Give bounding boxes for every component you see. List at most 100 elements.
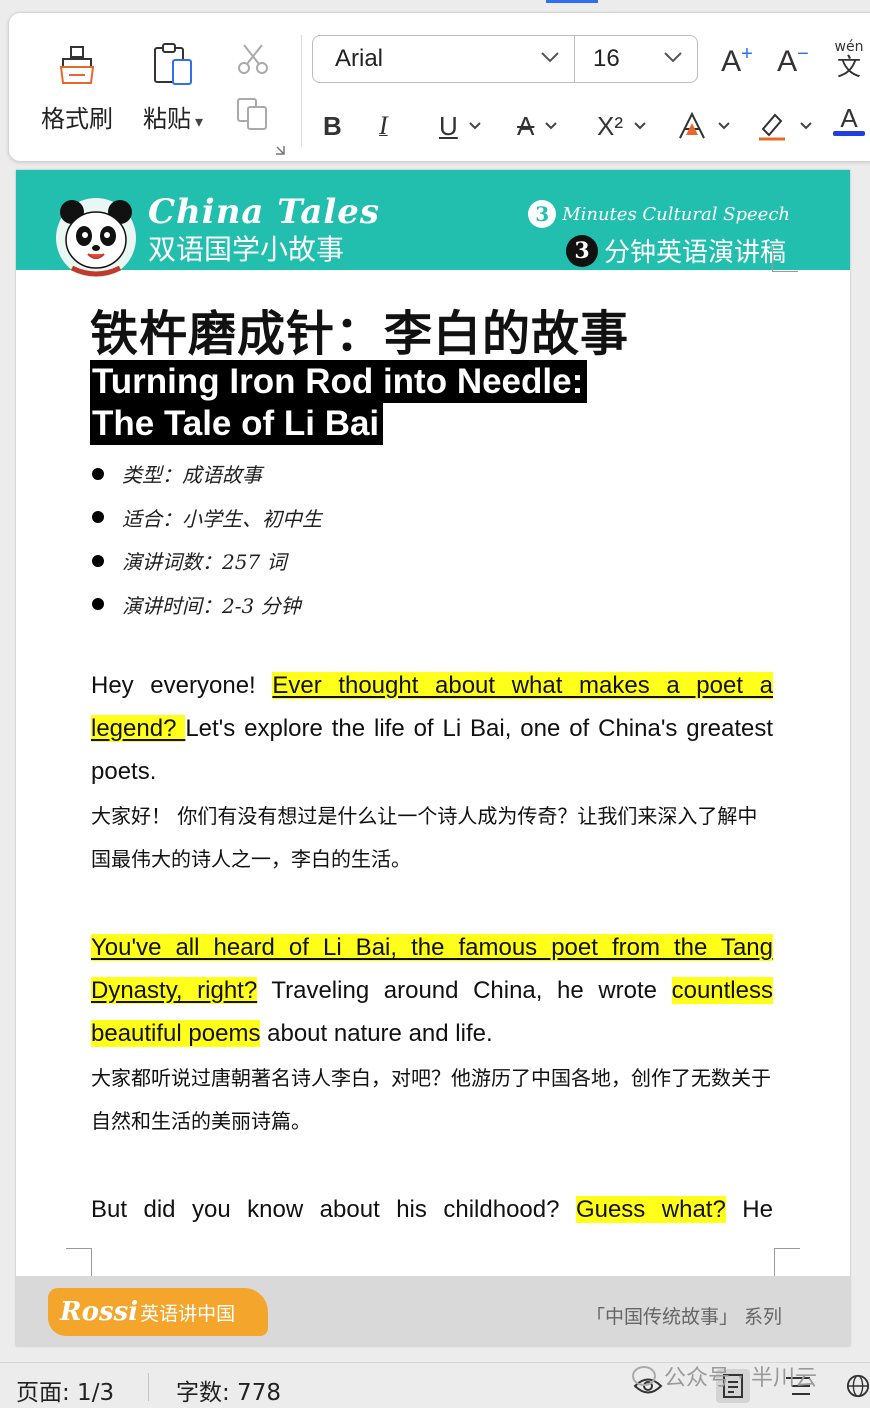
bullet-icon (92, 511, 104, 524)
copy-button[interactable] (235, 97, 271, 133)
paragraph-en: Hey everyone! Ever thought about what ma… (91, 664, 773, 793)
italic-icon: I (379, 111, 388, 140)
list-item: 演讲词数：257 词 (92, 539, 322, 583)
bold-button[interactable]: B (323, 105, 342, 147)
wechat-icon (632, 1366, 656, 1386)
cut-button[interactable] (235, 41, 271, 77)
highlight-button[interactable] (755, 105, 813, 147)
highlighter-icon (759, 113, 785, 141)
phonetic-guide-button[interactable]: wén 文 (827, 37, 870, 83)
bullet-text: 类型：成语故事 (122, 463, 262, 488)
paste-button[interactable]: 粘贴 ▾ (143, 39, 203, 134)
italic-button[interactable]: I (379, 105, 388, 147)
paragraph-en: But did you know about his childhood? Gu… (91, 1188, 773, 1231)
font-color-swatch (833, 131, 865, 136)
underline-button[interactable]: U (439, 105, 482, 147)
bold-icon: B (323, 110, 342, 141)
font-name-value: Arial (335, 45, 384, 72)
clipboard-icon (151, 39, 195, 91)
chevron-down-icon (800, 122, 812, 130)
superscript-icon: X² (597, 110, 623, 141)
font-size-select[interactable]: 16 (575, 36, 697, 82)
chevron-down-icon (469, 122, 481, 130)
strikethrough-icon: A (517, 110, 535, 141)
text-run: Hey everyone! (91, 672, 273, 699)
list-item: 类型：成语故事 (92, 452, 322, 496)
font-color-button[interactable]: A (833, 105, 865, 147)
pinyin-icon: wén (834, 39, 864, 55)
decrease-font-size-button[interactable]: A− (773, 41, 813, 81)
list-item: 适合：小学生、初中生 (92, 496, 322, 540)
title-zh: 铁杵磨成针：李白的故事 (90, 306, 630, 362)
globe-icon (846, 1374, 870, 1398)
chevron-down-icon (718, 122, 730, 130)
paintbrush-icon (57, 39, 97, 91)
page-indicator[interactable]: 页面: 1/3 (16, 1373, 114, 1407)
chevron-down-icon (634, 122, 646, 130)
brand-title-en: China Tales (148, 192, 381, 232)
highlighted-text: Guess what? (575, 1196, 726, 1223)
phonetic-char: 文 (837, 53, 861, 81)
increase-font-size-button[interactable]: A+ (717, 41, 757, 81)
chevron-down-icon (664, 52, 682, 63)
web-view-button[interactable] (846, 1371, 870, 1401)
margin-corner-mark (66, 1248, 92, 1276)
strikethrough-button[interactable]: A (517, 105, 558, 147)
expand-corner-icon (276, 146, 285, 155)
margin-corner-mark (772, 246, 798, 272)
format-painter-label: 格式刷 (41, 105, 113, 133)
speech-label-zh: 3 分钟英语演讲稿 (565, 232, 786, 269)
rossi-logo-subtext: 英语讲中国 (140, 1302, 236, 1325)
speech-label-en: 3 Minutes Cultural Speech (528, 200, 790, 228)
paragraph-zh: 大家都听说过唐朝著名诗人李白，对吧？他游历了中国各地，创作了无数关于自然和生活的… (91, 1066, 771, 1133)
clipboard-dialog-launcher[interactable] (273, 143, 287, 157)
chevron-down-icon (545, 122, 558, 130)
title-en-line1: Turning Iron Rod into Needle: (90, 360, 588, 403)
number-badge: 3 (565, 234, 598, 267)
toolbar-divider (301, 35, 302, 147)
copy-icon (237, 98, 267, 130)
bullet-text: 适合：小学生、初中生 (122, 506, 322, 531)
paragraph-en: You've all heard of Li Bai, the famous p… (91, 926, 773, 1055)
decrease-font-icon: A− (777, 43, 809, 78)
rossi-logo-text: Rossi (60, 1297, 139, 1327)
speech-label-zh-text: 分钟英语演讲稿 (603, 238, 786, 268)
speech-label-en-text: Minutes Cultural Speech (562, 203, 790, 225)
header-banner: China Tales 双语国学小故事 3 Minutes Cultural S… (16, 170, 850, 278)
window-accent-bar (546, 0, 598, 3)
text-run: But did you know about his childhood? (91, 1196, 576, 1223)
brand-title-zh: 双语国学小故事 (148, 233, 345, 266)
format-painter-button[interactable]: 格式刷 (41, 39, 113, 134)
chevron-down-icon: ▾ (195, 112, 204, 131)
document-page: China Tales 双语国学小故事 3 Minutes Cultural S… (16, 170, 850, 1346)
scissors-icon (238, 44, 268, 74)
margin-corner-mark (774, 1248, 800, 1276)
font-size-value: 16 (593, 45, 620, 72)
paste-label: 粘贴 ▾ (143, 105, 204, 133)
meta-bullet-list: 类型：成语故事 适合：小学生、初中生 演讲词数：257 词 演讲时间：2-3 分… (92, 452, 322, 626)
bullet-text: 演讲时间：2-3 分钟 (122, 593, 301, 618)
series-label: 「中国传统故事」 系列 (585, 1306, 782, 1328)
status-divider (148, 1373, 149, 1401)
paragraph-zh: 大家好！ 你们有没有想过是什么让一个诗人成为传奇？让我们来深入了解中国最伟大的诗… (91, 804, 758, 871)
increase-font-icon: A+ (721, 43, 753, 78)
font-selector-group: Arial 16 (312, 35, 698, 83)
font-color-icon: A (840, 103, 858, 133)
word-count[interactable]: 字数: 778 (176, 1373, 281, 1407)
font-name-select[interactable]: Arial (313, 36, 575, 82)
bullet-icon (92, 598, 104, 611)
underline-icon: U (439, 110, 458, 141)
bullet-text: 演讲词数：257 词 (122, 550, 287, 575)
panda-logo-icon (56, 198, 136, 278)
bullet-icon (92, 467, 104, 480)
text-run: Traveling around China, he wrote (257, 977, 672, 1004)
text-effect-button[interactable] (677, 105, 731, 147)
text-run: about nature and life. (260, 1020, 493, 1047)
text-run: Let's explore the life of Li Bai, one of… (91, 715, 773, 785)
superscript-button[interactable]: X² (597, 105, 647, 147)
list-item: 演讲时间：2-3 分钟 (92, 583, 322, 627)
formatting-toolbar: 格式刷 粘贴 ▾ Arial 16 A+ A− wén 文 B I U A X²… (8, 12, 870, 162)
chevron-down-icon (541, 52, 559, 63)
title-en-line2: The Tale of Li Bai (90, 402, 384, 445)
watermark-text: 公众号 · 半川云 (664, 1366, 817, 1391)
